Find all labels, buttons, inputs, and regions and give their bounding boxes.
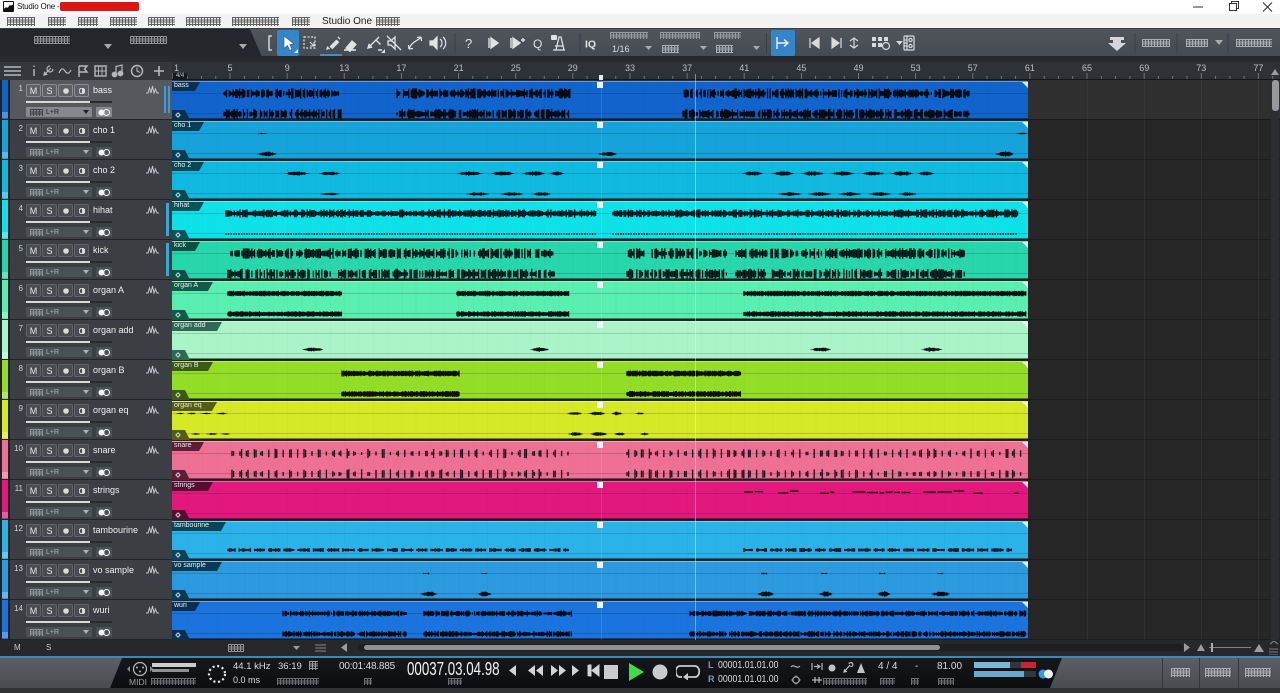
svg-text:13: 13 xyxy=(339,63,349,73)
svg-text:57: 57 xyxy=(968,63,978,73)
svg-text:21: 21 xyxy=(454,63,464,73)
svg-text:9: 9 xyxy=(285,63,290,73)
svg-text:49: 49 xyxy=(853,63,863,73)
svg-text:25: 25 xyxy=(511,63,521,73)
svg-text:37: 37 xyxy=(682,63,692,73)
svg-text:29: 29 xyxy=(568,63,578,73)
svg-text:5: 5 xyxy=(227,63,232,73)
svg-text:53: 53 xyxy=(911,63,921,73)
svg-text:45: 45 xyxy=(796,63,806,73)
svg-text:65: 65 xyxy=(1082,63,1092,73)
svg-text:Q: Q xyxy=(533,37,542,51)
svg-text:1: 1 xyxy=(174,63,179,73)
svg-text:61: 61 xyxy=(1025,63,1035,73)
svg-text:41: 41 xyxy=(739,63,749,73)
svg-text:17: 17 xyxy=(396,63,406,73)
svg-text:69: 69 xyxy=(1139,63,1149,73)
svg-text:IQ: IQ xyxy=(585,39,596,51)
svg-text:77: 77 xyxy=(1253,63,1263,73)
svg-text:73: 73 xyxy=(1196,63,1206,73)
svg-text:33: 33 xyxy=(625,63,635,73)
svg-text:?: ? xyxy=(465,36,472,51)
